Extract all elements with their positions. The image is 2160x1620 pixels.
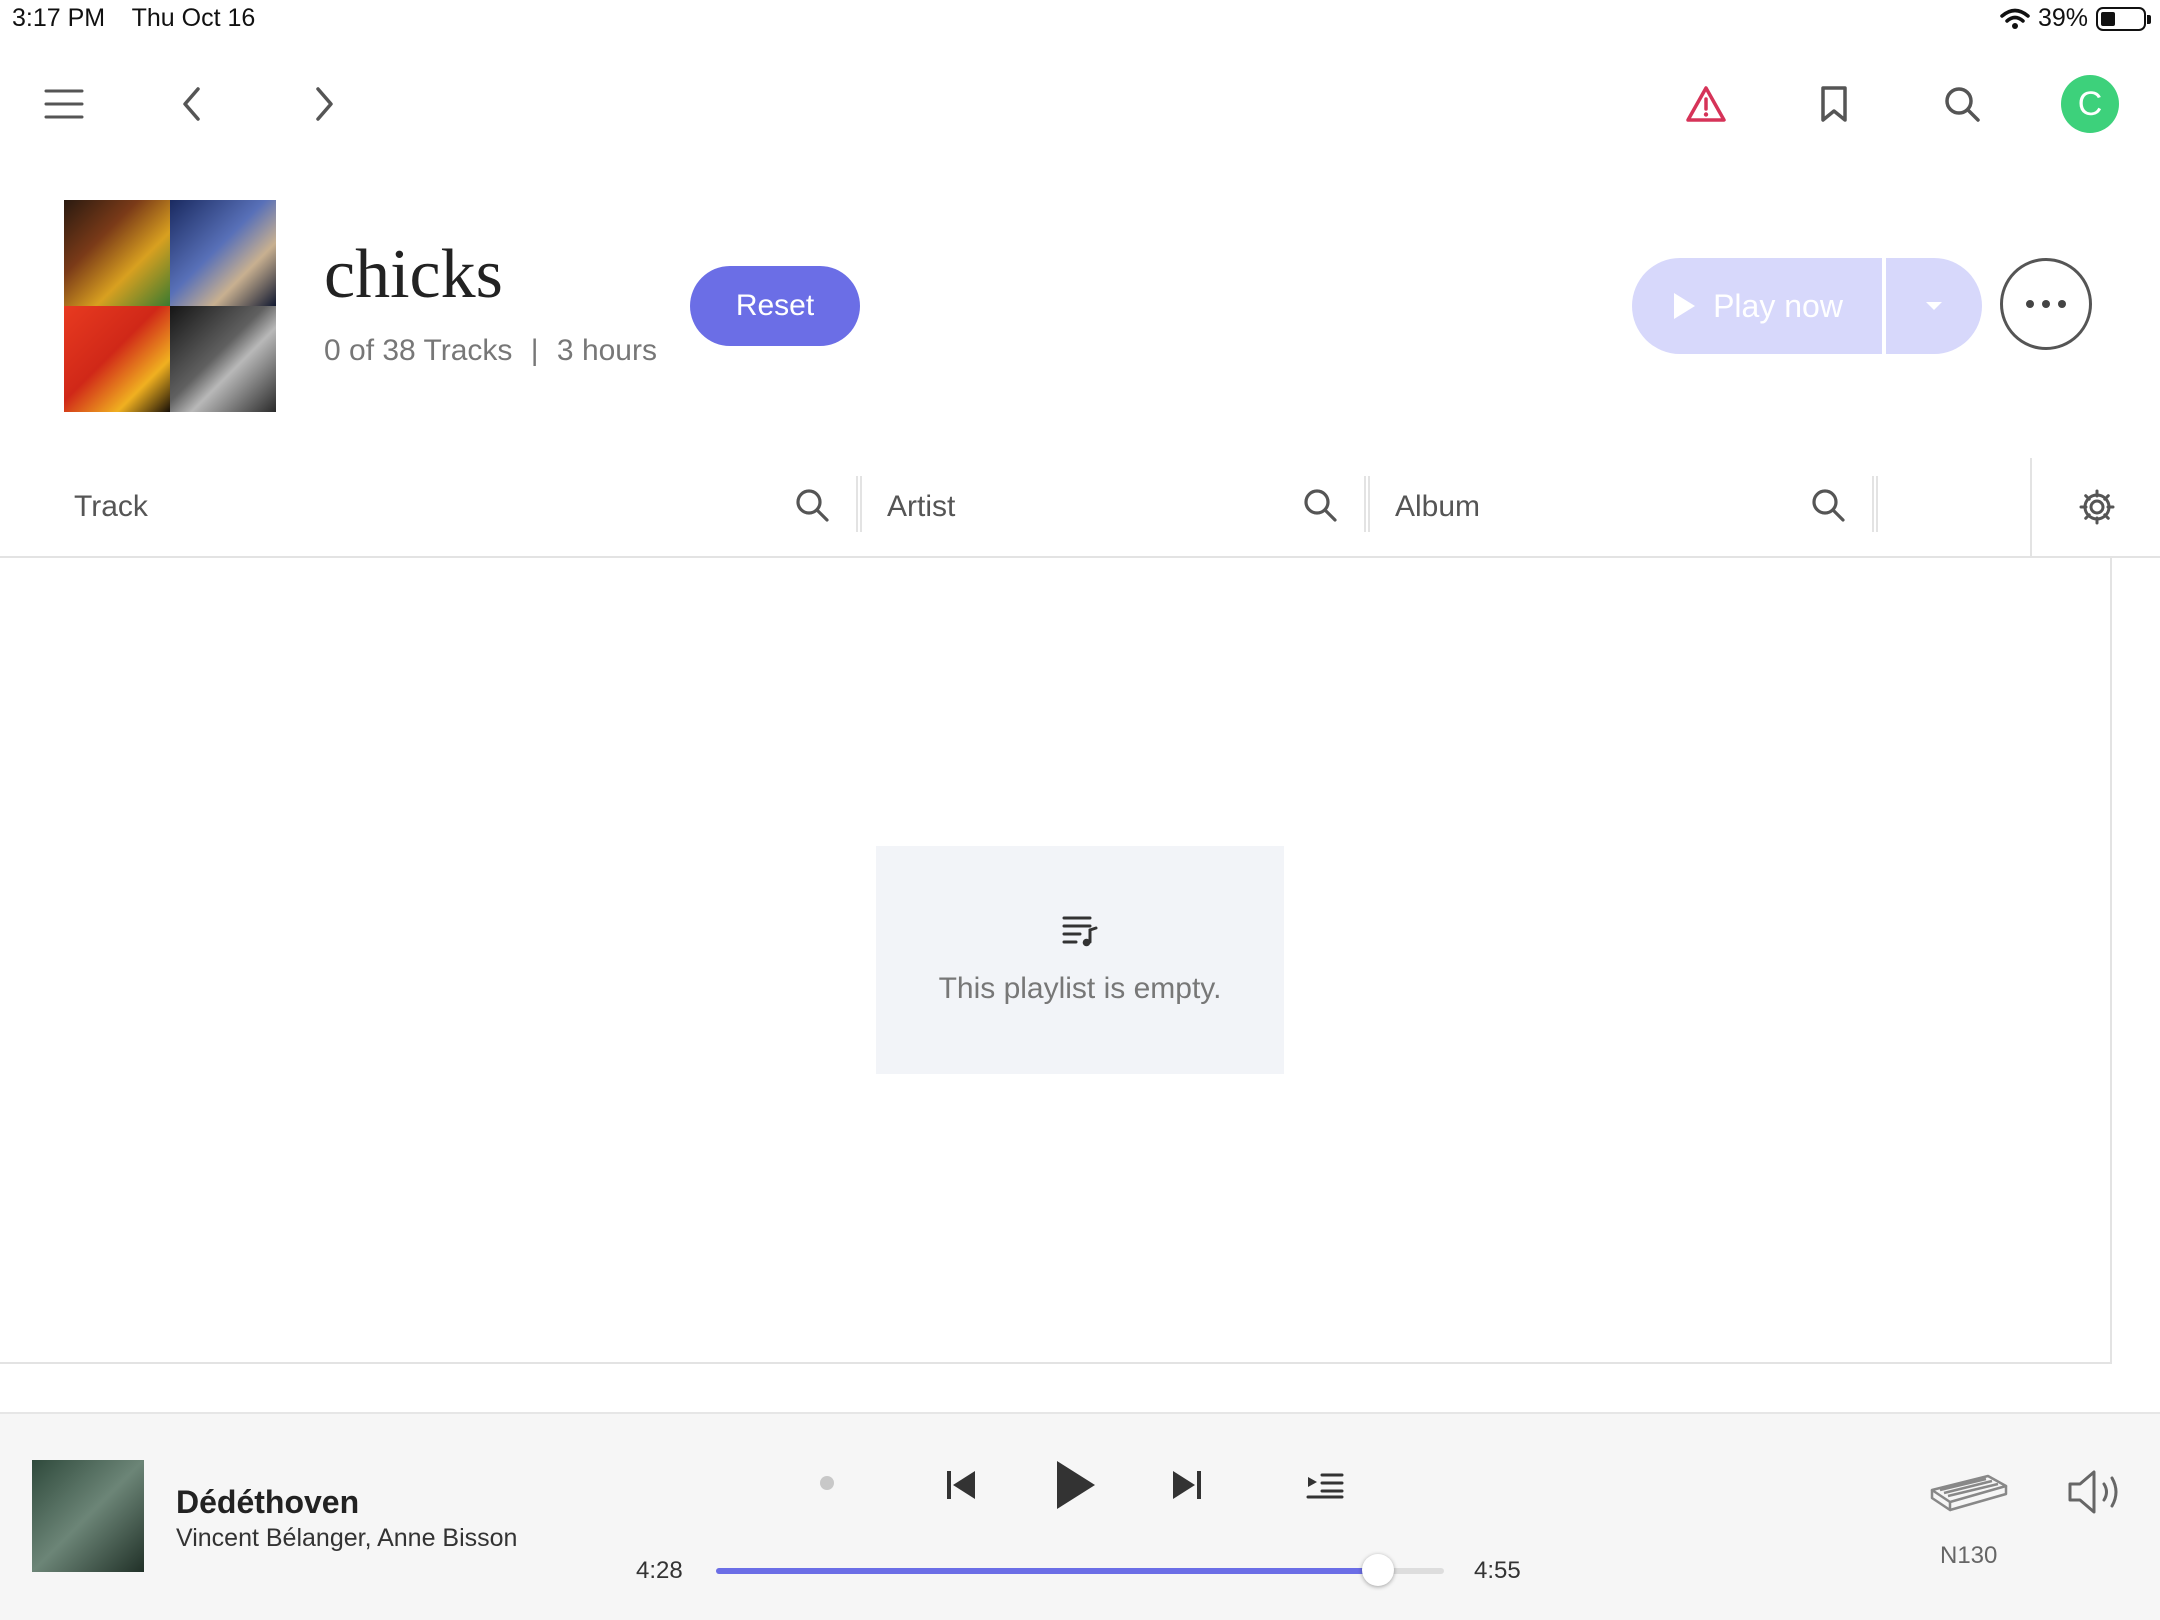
column-divider[interactable] [1364, 476, 1370, 532]
now-playing-title[interactable]: Dédéthoven [176, 1484, 359, 1521]
next-track-button[interactable] [1162, 1460, 1212, 1510]
cover-tile-4 [170, 306, 276, 412]
cover-tile-2 [170, 200, 276, 306]
warning-icon[interactable] [1676, 74, 1736, 134]
play-icon [1674, 293, 1696, 319]
column-filter-bar: Track Artist Album [0, 458, 2160, 558]
column-track-header[interactable]: Track [74, 458, 148, 556]
play-options-dropdown[interactable] [1886, 258, 1982, 354]
hamburger-menu-icon[interactable] [34, 74, 94, 134]
status-date: Thu Oct 16 [131, 4, 256, 32]
column-divider[interactable] [1872, 476, 1878, 532]
play-pause-button[interactable] [1044, 1454, 1106, 1516]
radio-indicator-dot[interactable] [812, 1468, 842, 1498]
summary-separator: | [530, 334, 539, 367]
track-count: 0 of 38 Tracks [324, 334, 513, 367]
queue-icon [1306, 1473, 1344, 1499]
play-icon [1057, 1461, 1095, 1509]
playlist-title: chicks [324, 236, 503, 313]
seek-bar-fill [716, 1568, 1379, 1574]
speaker-icon [2068, 1470, 2118, 1514]
ellipsis-icon [2026, 300, 2066, 308]
elapsed-time: 4:28 [636, 1557, 683, 1584]
user-avatar[interactable]: C [2061, 75, 2119, 133]
playlist-music-icon [1062, 916, 1098, 947]
status-bar-right: 39% [2000, 4, 2151, 33]
column-divider[interactable] [856, 476, 862, 532]
battery-percent: 39% [2037, 4, 2088, 32]
cover-tile-1 [64, 200, 170, 306]
cover-tile-3 [64, 306, 170, 412]
previous-track-button[interactable] [936, 1460, 986, 1510]
column-settings-button[interactable] [2030, 458, 2160, 556]
zone-selector-button[interactable] [1924, 1462, 2014, 1522]
skip-back-icon [947, 1471, 975, 1499]
artist-search-icon[interactable] [1302, 487, 1338, 528]
play-now-label: Play now [1713, 287, 1843, 324]
gear-icon [2079, 489, 2115, 525]
status-time: 3:17 PM [12, 4, 106, 32]
reset-button[interactable]: Reset [690, 266, 860, 346]
battery-icon [2096, 6, 2151, 31]
total-time: 4:55 [1474, 1557, 1521, 1584]
search-icon[interactable] [1932, 74, 1992, 134]
back-arrow-icon[interactable] [162, 74, 222, 134]
column-album-header[interactable]: Album [1395, 458, 1480, 556]
bookmark-icon[interactable] [1804, 74, 1864, 134]
playlist-cover-art [64, 200, 276, 412]
chevron-down-icon [1926, 302, 1942, 310]
queue-button[interactable] [1302, 1462, 1348, 1508]
empty-playlist-notice: This playlist is empty. [876, 846, 1284, 1074]
play-now-group: Play now [1632, 258, 1982, 354]
device-icon [1930, 1474, 2008, 1512]
status-bar-left: 3:17 PM Thu Oct 16 [12, 4, 275, 33]
album-search-icon[interactable] [1810, 487, 1846, 528]
forward-arrow-icon[interactable] [294, 74, 354, 134]
seek-bar[interactable] [716, 1554, 1444, 1586]
playlist-duration: 3 hours [556, 334, 657, 367]
skip-forward-icon [1173, 1471, 1201, 1499]
column-artist-header[interactable]: Artist [887, 458, 955, 556]
empty-playlist-message: This playlist is empty. [938, 972, 1222, 1005]
now-playing-cover-art[interactable] [32, 1460, 144, 1572]
playlist-summary: 0 of 38 Tracks | 3 hours [324, 334, 657, 368]
track-search-icon[interactable] [794, 487, 830, 528]
wifi-icon [2000, 8, 2030, 29]
volume-button[interactable] [2064, 1462, 2128, 1522]
now-playing-artist[interactable]: Vincent Bélanger, Anne Bisson [176, 1524, 517, 1553]
more-options-button[interactable] [2000, 258, 2092, 350]
zone-name[interactable]: N130 [1940, 1542, 1997, 1570]
play-now-button[interactable]: Play now [1632, 258, 1882, 354]
